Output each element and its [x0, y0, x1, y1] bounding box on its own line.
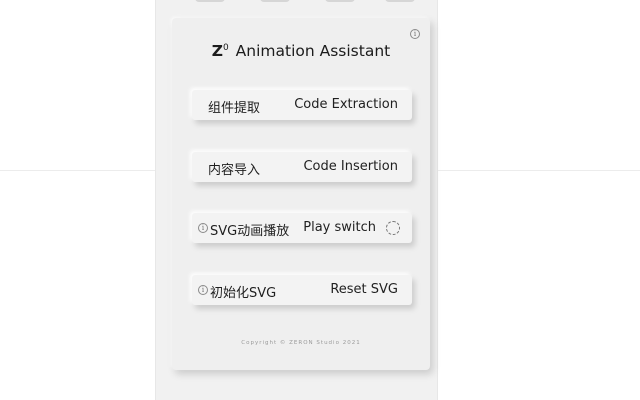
info-icon[interactable]: i	[410, 29, 420, 39]
info-icon[interactable]: i	[198, 285, 208, 295]
code-insertion-button[interactable]: 内容导入 Code Insertion	[192, 152, 412, 182]
button-label-en: Code Insertion	[303, 159, 398, 174]
toolbar-remnant-icon	[325, 0, 355, 2]
toolbar-remnant-icon	[385, 0, 415, 2]
play-switch-button[interactable]: i SVG动画播放 Play switch	[192, 213, 412, 243]
toolbar-remnant-icon	[195, 0, 225, 2]
info-icon[interactable]: i	[198, 223, 208, 233]
reset-svg-button[interactable]: i 初始化SVG Reset SVG	[192, 275, 412, 305]
button-label-en: Reset SVG	[330, 282, 398, 297]
toolbar-remnant-icon	[260, 0, 290, 2]
button-label-en: Play switch	[303, 220, 376, 235]
button-label-cn: 内容导入	[208, 163, 261, 178]
logo-letter: Z	[211, 42, 223, 60]
toggle-spinner-icon[interactable]	[386, 221, 400, 235]
copyright-text: Copyright © ZERON Studio 2021	[241, 340, 361, 346]
app-title: Z0 Animation Assistant	[172, 42, 430, 60]
title-text: Animation Assistant	[235, 42, 391, 60]
logo-superscript: 0	[223, 42, 229, 53]
button-label-en: Code Extraction	[294, 97, 398, 112]
button-label-cn: 初始化SVG	[210, 286, 277, 301]
popup-panel: i Z0 Animation Assistant 组件提取 Code Extra…	[172, 18, 430, 370]
button-label-cn: 组件提取	[208, 101, 261, 116]
toolbar-remnant	[155, 0, 438, 4]
code-extraction-button[interactable]: 组件提取 Code Extraction	[192, 90, 412, 120]
button-label-cn: SVG动画播放	[210, 224, 290, 239]
